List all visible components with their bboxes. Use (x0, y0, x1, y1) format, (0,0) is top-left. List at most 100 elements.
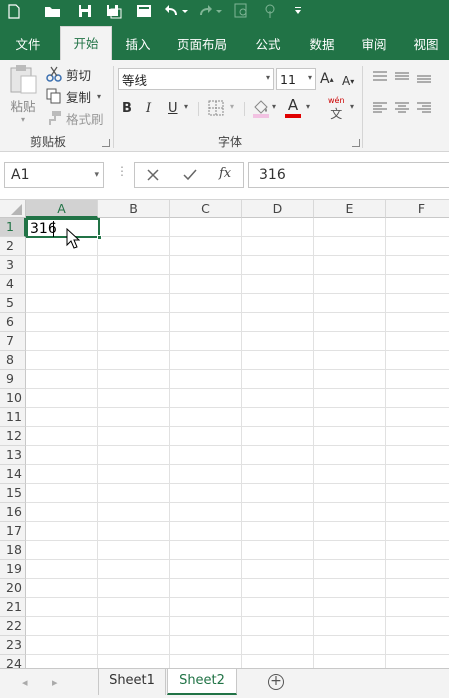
row-header-15[interactable]: 15 (0, 484, 26, 503)
cell-b21[interactable] (98, 598, 170, 617)
column-header-f[interactable]: F (386, 200, 449, 218)
cell-e7[interactable] (314, 332, 386, 351)
cell-d4[interactable] (242, 275, 314, 294)
cell-e18[interactable] (314, 541, 386, 560)
name-box-dropdown-icon[interactable]: ▾ (94, 163, 99, 187)
cell-f13[interactable] (386, 446, 449, 465)
paste-dropdown-icon[interactable]: ▾ (21, 115, 25, 124)
row-header-19[interactable]: 19 (0, 560, 26, 579)
row-header-18[interactable]: 18 (0, 541, 26, 560)
cell-e8[interactable] (314, 351, 386, 370)
cell-e4[interactable] (314, 275, 386, 294)
cell-d1[interactable] (242, 218, 314, 237)
cell-a13[interactable] (26, 446, 98, 465)
cell-a17[interactable] (26, 522, 98, 541)
tab-home[interactable]: 开始 (60, 26, 112, 60)
cell-a9[interactable] (26, 370, 98, 389)
row-header-11[interactable]: 11 (0, 408, 26, 427)
undo-icon[interactable] (164, 2, 188, 20)
cell-c14[interactable] (170, 465, 242, 484)
phonetic-dropdown-icon[interactable]: ▾ (350, 102, 354, 111)
row-header-14[interactable]: 14 (0, 465, 26, 484)
cell-c6[interactable] (170, 313, 242, 332)
cell-a14[interactable] (26, 465, 98, 484)
cell-e15[interactable] (314, 484, 386, 503)
cell-e6[interactable] (314, 313, 386, 332)
cell-f23[interactable] (386, 636, 449, 655)
cell-a10[interactable] (26, 389, 98, 408)
formula-input[interactable]: 316 (248, 162, 449, 188)
align-bottom-icon[interactable] (416, 70, 432, 84)
borders-icon[interactable] (208, 100, 224, 116)
cell-d18[interactable] (242, 541, 314, 560)
cell-d2[interactable] (242, 237, 314, 256)
row-header-4[interactable]: 4 (0, 275, 26, 294)
new-file-icon[interactable] (8, 2, 20, 20)
font-size-select[interactable]: 11 ▾ (276, 68, 316, 90)
cell-a11[interactable] (26, 408, 98, 427)
grow-font-button[interactable]: A ▴ (320, 69, 334, 89)
borders-dropdown-icon[interactable]: ▾ (230, 102, 234, 111)
cell-f1[interactable] (386, 218, 449, 237)
cell-e3[interactable] (314, 256, 386, 275)
cell-e16[interactable] (314, 503, 386, 522)
cell-c23[interactable] (170, 636, 242, 655)
cell-f18[interactable] (386, 541, 449, 560)
copy-dropdown-icon[interactable]: ▾ (97, 92, 101, 101)
prev-sheet-arrow-icon[interactable]: ◂ (22, 676, 28, 689)
cell-b15[interactable] (98, 484, 170, 503)
cell-b5[interactable] (98, 294, 170, 313)
cell-c19[interactable] (170, 560, 242, 579)
tab-page-layout[interactable]: 页面布局 (170, 30, 234, 60)
cell-e24[interactable] (314, 655, 386, 668)
cell-c1[interactable] (170, 218, 242, 237)
cell-e13[interactable] (314, 446, 386, 465)
cell-a18[interactable] (26, 541, 98, 560)
row-header-6[interactable]: 6 (0, 313, 26, 332)
cell-f9[interactable] (386, 370, 449, 389)
cell-a24[interactable] (26, 655, 98, 668)
customize-toolbar-icon[interactable] (294, 2, 302, 20)
cell-b4[interactable] (98, 275, 170, 294)
cell-e9[interactable] (314, 370, 386, 389)
open-folder-icon[interactable] (44, 2, 62, 20)
row-header-12[interactable]: 12 (0, 427, 26, 446)
cell-d16[interactable] (242, 503, 314, 522)
cell-f2[interactable] (386, 237, 449, 256)
format-painter-button[interactable]: 格式刷 (46, 108, 104, 128)
cell-a19[interactable] (26, 560, 98, 579)
italic-button[interactable]: I (146, 98, 151, 118)
font-color-dropdown-icon[interactable]: ▾ (306, 102, 310, 111)
cell-a12[interactable] (26, 427, 98, 446)
cell-d8[interactable] (242, 351, 314, 370)
cell-f20[interactable] (386, 579, 449, 598)
cell-e10[interactable] (314, 389, 386, 408)
column-header-a[interactable]: A (26, 200, 98, 218)
cell-b13[interactable] (98, 446, 170, 465)
cell-c4[interactable] (170, 275, 242, 294)
cell-c16[interactable] (170, 503, 242, 522)
cell-d20[interactable] (242, 579, 314, 598)
cell-b20[interactable] (98, 579, 170, 598)
cell-e17[interactable] (314, 522, 386, 541)
cell-b3[interactable] (98, 256, 170, 275)
cell-c2[interactable] (170, 237, 242, 256)
cell-a6[interactable] (26, 313, 98, 332)
add-sheet-icon[interactable]: + (268, 674, 284, 690)
cell-e12[interactable] (314, 427, 386, 446)
cell-b16[interactable] (98, 503, 170, 522)
cell-f22[interactable] (386, 617, 449, 636)
cell-f8[interactable] (386, 351, 449, 370)
cell-f14[interactable] (386, 465, 449, 484)
cell-f19[interactable] (386, 560, 449, 579)
align-left-icon[interactable] (372, 102, 388, 114)
row-header-3[interactable]: 3 (0, 256, 26, 275)
font-size-dropdown-icon[interactable]: ▾ (308, 73, 312, 82)
cell-f7[interactable] (386, 332, 449, 351)
tab-file[interactable]: 文件 (4, 30, 52, 60)
cell-d11[interactable] (242, 408, 314, 427)
row-header-13[interactable]: 13 (0, 446, 26, 465)
cell-e20[interactable] (314, 579, 386, 598)
cell-e22[interactable] (314, 617, 386, 636)
cell-a7[interactable] (26, 332, 98, 351)
